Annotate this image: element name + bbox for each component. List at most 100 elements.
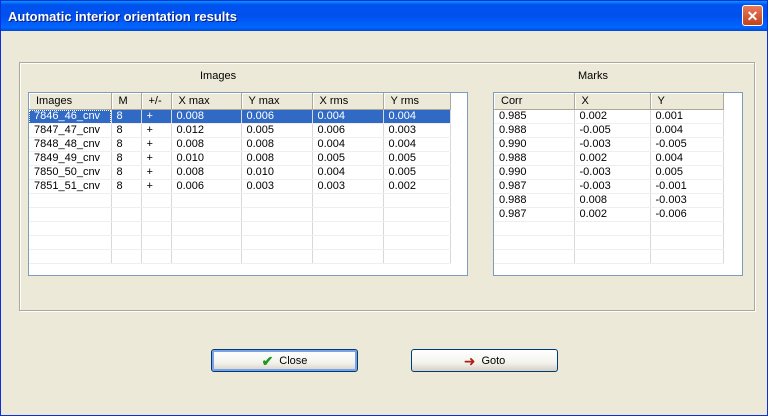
table-row[interactable]: 0.987 0.002 -0.006	[494, 207, 724, 222]
images-column-header[interactable]: Y rms	[383, 93, 451, 110]
images-column-header[interactable]: +/-	[141, 93, 172, 110]
table-cell	[241, 221, 313, 236]
table-cell	[383, 221, 451, 236]
table-cell	[171, 221, 242, 236]
table-cell	[574, 235, 651, 250]
table-cell	[650, 235, 724, 250]
images-column-header[interactable]: Images	[29, 93, 112, 110]
table-row	[494, 249, 724, 264]
table-cell	[241, 235, 313, 250]
table-row[interactable]: 7847_47_cnv 8 +0.012 0.005 0.006 0.003	[29, 123, 451, 138]
window-title: Automatic interior orientation results	[8, 9, 237, 24]
table-cell	[29, 221, 112, 236]
images-column-header[interactable]: M	[111, 93, 142, 110]
table-row[interactable]: 0.985 0.002 0.001	[494, 109, 724, 124]
marks-column-header[interactable]: Corr	[494, 93, 575, 110]
table-cell: +	[141, 137, 172, 152]
table-cell: 8	[111, 137, 142, 152]
title-bar[interactable]: Automatic interior orientation results ✕	[1, 1, 767, 31]
table-cell: 8	[111, 179, 142, 194]
table-row[interactable]: 0.988 0.008 -0.003	[494, 193, 724, 208]
table-cell: 0.988	[494, 151, 575, 166]
table-row	[494, 235, 724, 250]
table-cell: 0.988	[494, 123, 575, 138]
table-cell: 7849_49_cnv	[29, 151, 112, 166]
table-row[interactable]: 0.988 -0.005 0.004	[494, 123, 724, 138]
table-row	[494, 221, 724, 236]
table-cell	[111, 193, 142, 208]
table-row[interactable]: 0.987 -0.003 -0.001	[494, 179, 724, 194]
table-cell: 0.006	[312, 123, 384, 138]
table-cell: 8	[111, 165, 142, 180]
table-cell	[383, 235, 451, 250]
images-column-header[interactable]: X max	[171, 93, 242, 110]
table-cell	[383, 207, 451, 222]
table-cell: 0.990	[494, 137, 575, 152]
table-cell: 8	[111, 151, 142, 166]
dialog-body: Images Images M +/- X max Y max X rms Y rms 78…	[1, 31, 767, 415]
table-cell	[650, 221, 724, 236]
table-cell	[141, 207, 172, 222]
table-cell: 0.008	[241, 137, 313, 152]
marks-column-header[interactable]: Y	[650, 93, 724, 110]
table-row[interactable]: 0.988 0.002 0.004	[494, 151, 724, 166]
table-cell	[494, 235, 575, 250]
table-cell: -0.003	[650, 193, 724, 208]
table-cell: 0.006	[171, 179, 242, 194]
table-cell: 0.003	[383, 123, 451, 138]
table-row[interactable]: 7849_49_cnv 8 +0.010 0.008 0.005 0.005	[29, 151, 451, 166]
table-row[interactable]: 7848_48_cnv 8 +0.008 0.008 0.004 0.004	[29, 137, 451, 152]
marks-column-header[interactable]: X	[574, 93, 651, 110]
table-cell	[29, 207, 112, 222]
table-cell: 0.005	[383, 165, 451, 180]
checkmark-icon: ✔	[261, 352, 274, 369]
table-row[interactable]: 0.990 -0.003 0.005	[494, 165, 724, 180]
table-cell	[241, 249, 313, 264]
table-cell: -0.003	[574, 179, 651, 194]
table-cell	[111, 207, 142, 222]
table-row[interactable]: 7846_46_cnv 8 +0.008 0.006 0.004 0.004	[29, 109, 451, 124]
close-window-button[interactable]: ✕	[742, 5, 763, 26]
table-row	[29, 235, 451, 250]
table-row	[29, 221, 451, 236]
table-cell: 0.010	[241, 165, 313, 180]
table-cell: 0.004	[650, 123, 724, 138]
table-cell: 0.003	[312, 179, 384, 194]
table-cell	[383, 249, 451, 264]
marks-panel-label: Marks	[578, 70, 608, 82]
table-cell: 0.012	[171, 123, 242, 138]
table-cell: 0.008	[171, 137, 242, 152]
table-row[interactable]: 0.990 -0.003 -0.005	[494, 137, 724, 152]
table-cell: 8	[111, 123, 142, 138]
table-cell	[111, 235, 142, 250]
table-cell	[171, 193, 242, 208]
table-cell: -0.003	[574, 137, 651, 152]
goto-button[interactable]: ➜ Goto	[411, 349, 558, 372]
goto-button-label: Goto	[481, 354, 506, 367]
marks-table[interactable]: Corr X Y 0.985 0.002 0.001 0.988 -0.005 0.004 0.…	[493, 92, 743, 276]
table-cell: 0.004	[383, 109, 451, 124]
table-cell: 0.002	[574, 207, 651, 222]
table-row[interactable]: 7850_50_cnv 8 +0.008 0.010 0.004 0.005	[29, 165, 451, 180]
images-table[interactable]: Images M +/- X max Y max X rms Y rms 7846_46_c…	[28, 92, 468, 276]
table-cell	[171, 207, 242, 222]
table-cell: 0.990	[494, 165, 575, 180]
table-cell	[650, 249, 724, 264]
table-cell	[29, 193, 112, 208]
table-cell	[241, 193, 313, 208]
table-cell: 0.004	[312, 165, 384, 180]
close-icon: ✕	[746, 8, 759, 24]
table-cell: 0.004	[312, 137, 384, 152]
images-column-header[interactable]: Y max	[241, 93, 313, 110]
images-column-header[interactable]: X rms	[312, 93, 384, 110]
table-cell: 0.001	[650, 109, 724, 124]
images-panel-label: Images	[200, 70, 237, 82]
table-cell: 8	[111, 109, 142, 124]
table-row	[29, 193, 451, 208]
close-button[interactable]: ✔ Close	[211, 349, 358, 372]
table-cell	[141, 193, 172, 208]
table-cell: 0.987	[494, 207, 575, 222]
table-cell: 0.005	[312, 151, 384, 166]
table-row[interactable]: 7851_51_cnv 8 +0.006 0.003 0.003 0.002	[29, 179, 451, 194]
table-cell: 0.003	[241, 179, 313, 194]
